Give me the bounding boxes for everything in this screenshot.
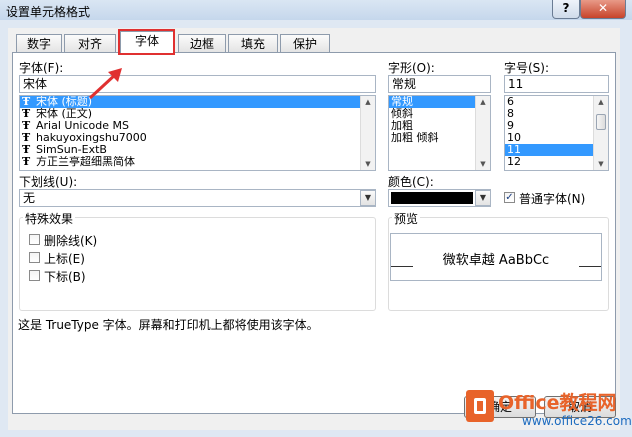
close-button[interactable]: ✕ <box>580 0 626 19</box>
font-list-item[interactable]: Ŧ Arial Unicode MS <box>20 120 375 132</box>
format-cells-dialog: 设置单元格格式 ? ✕ 数字 对齐 字体 边框 填充 保护 字体(F): 宋体 … <box>0 0 632 437</box>
size-list[interactable]: 6 8 9 10 11 12 ▲ ▼ <box>504 95 609 171</box>
size-label: 字号(S): <box>504 61 550 75</box>
normal-font-checkbox[interactable]: ✓ <box>504 192 515 203</box>
color-label: 颜色(C): <box>388 175 434 189</box>
color-swatch <box>391 192 473 204</box>
style-input[interactable]: 常规 <box>388 75 491 93</box>
truetype-icon: Ŧ <box>22 132 31 144</box>
truetype-info-text: 这是 TrueType 字体。屏幕和打印机上都将使用该字体。 <box>18 318 319 332</box>
help-button[interactable]: ? <box>552 0 580 19</box>
preview-title: 预览 <box>392 210 421 227</box>
font-list-item[interactable]: Ŧ SimSun-ExtB <box>20 144 375 156</box>
truetype-icon: Ŧ <box>22 156 31 168</box>
scroll-up-arrow-icon[interactable]: ▲ <box>595 96 607 108</box>
preview-sample-text: 微软卓越 AaBbCc <box>442 253 550 268</box>
truetype-icon: Ŧ <box>22 144 31 156</box>
size-input[interactable]: 11 <box>504 75 609 93</box>
scroll-up-arrow-icon[interactable]: ▲ <box>362 96 374 108</box>
tab-fill[interactable]: 填充 <box>228 34 278 52</box>
title-bar[interactable]: 设置单元格格式 ? ✕ <box>0 0 632 20</box>
truetype-icon: Ŧ <box>22 96 31 108</box>
font-list-item[interactable]: Ŧ 方正兰亭超细黑简体 <box>20 156 375 168</box>
underline-select[interactable]: 无 <box>19 189 376 207</box>
scroll-down-arrow-icon[interactable]: ▼ <box>595 158 607 170</box>
normal-font-label: 普通字体(N) <box>519 192 586 206</box>
chevron-down-icon[interactable]: ▼ <box>475 190 491 206</box>
tab-font[interactable]: 字体 <box>120 31 174 53</box>
font-list-item[interactable]: Ŧ 宋体 (正文) <box>20 108 375 120</box>
dialog-title: 设置单元格格式 <box>6 5 91 19</box>
tab-number[interactable]: 数字 <box>16 34 62 52</box>
superscript-label: 上标(E) <box>44 252 85 266</box>
dialog-content: 数字 对齐 字体 边框 填充 保护 字体(F): 宋体 Ŧ 宋体 (标题) Ŧ 宋体… <box>8 28 620 430</box>
font-input[interactable]: 宋体 <box>19 75 376 93</box>
scroll-down-arrow-icon[interactable]: ▼ <box>362 158 374 170</box>
font-list[interactable]: Ŧ 宋体 (标题) Ŧ 宋体 (正文) Ŧ Arial Unicode MS Ŧhak… <box>19 95 376 171</box>
chevron-down-icon[interactable]: ▼ <box>360 190 376 206</box>
underline-label: 下划线(U): <box>19 175 78 189</box>
preview-box: 微软卓越 AaBbCc <box>390 233 602 281</box>
scroll-up-arrow-icon[interactable]: ▲ <box>477 96 489 108</box>
tab-border[interactable]: 边框 <box>178 34 226 52</box>
tab-protection[interactable]: 保护 <box>280 34 330 52</box>
font-list-scrollbar[interactable]: ▲ ▼ <box>360 96 375 170</box>
size-list-scrollbar[interactable]: ▲ ▼ <box>593 96 608 170</box>
scroll-down-arrow-icon[interactable]: ▼ <box>477 158 489 170</box>
style-list[interactable]: 常规 倾斜 加粗 加粗 倾斜 ▲ ▼ <box>388 95 491 171</box>
tab-alignment[interactable]: 对齐 <box>64 34 116 52</box>
subscript-checkbox[interactable] <box>29 270 40 281</box>
cancel-button[interactable]: 取消 <box>544 396 616 418</box>
style-label: 字形(O): <box>388 61 435 75</box>
superscript-checkbox[interactable] <box>29 252 40 263</box>
scroll-thumb[interactable] <box>596 114 606 130</box>
truetype-icon: Ŧ <box>22 108 31 120</box>
subscript-label: 下标(B) <box>44 270 86 284</box>
style-list-scrollbar[interactable]: ▲ ▼ <box>475 96 490 170</box>
font-label: 字体(F): <box>19 61 64 75</box>
font-list-item[interactable]: Ŧ 宋体 (标题) <box>20 96 375 108</box>
effects-title: 特殊效果 <box>23 210 76 227</box>
strikethrough-label: 删除线(K) <box>44 234 98 248</box>
truetype-icon: Ŧ <box>22 120 31 132</box>
strikethrough-checkbox[interactable] <box>29 234 40 245</box>
ok-button[interactable]: 确定 <box>464 396 536 418</box>
font-list-item[interactable]: Ŧhakuyoxingshu7000 <box>20 132 375 144</box>
